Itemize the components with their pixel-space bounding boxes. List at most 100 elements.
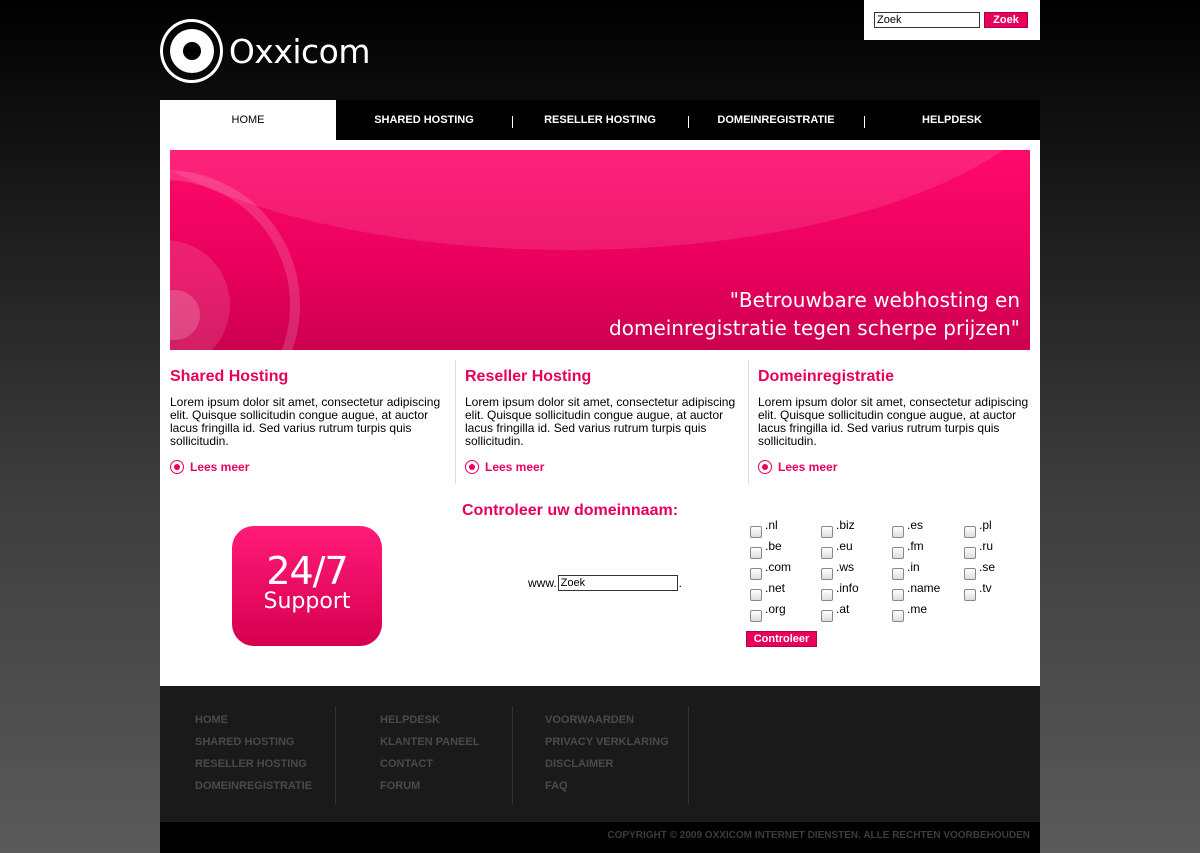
tld-option[interactable]: .biz <box>821 518 855 538</box>
logo-text: Oxxicom <box>228 31 371 71</box>
footer-link[interactable]: DISCLAIMER <box>545 750 669 772</box>
tld-option[interactable]: .ru <box>964 539 993 559</box>
tld-option[interactable]: .be <box>750 539 782 559</box>
checkbox[interactable] <box>821 526 833 538</box>
footer-link[interactable]: KLANTEN PANEEL <box>380 728 479 750</box>
copyright-text: COPYRIGHT © 2009 OXXICOM INTERNET DIENST… <box>160 822 1040 853</box>
checkbox[interactable] <box>750 610 762 622</box>
nav-item-label: RESELLER HOSTING <box>544 114 656 126</box>
nav-item-helpdesk[interactable]: HELPDESK <box>864 100 1040 140</box>
tld-option[interactable]: .eu <box>821 539 853 559</box>
tld-label: .es <box>907 518 924 532</box>
footer-column: HOME SHARED HOSTING RESELLER HOSTING DOM… <box>195 706 312 804</box>
tld-option[interactable]: .in <box>892 560 920 580</box>
tld-label: .info <box>836 581 859 595</box>
read-more-link[interactable]: Lees meer <box>465 460 738 474</box>
footer-link[interactable]: RESELLER HOSTING <box>195 750 312 772</box>
nav-separator <box>512 116 513 128</box>
tld-label: .tv <box>979 581 992 595</box>
footer-link[interactable]: CONTACT <box>380 750 479 772</box>
check-domain-button[interactable]: Controleer <box>746 631 817 647</box>
read-more-label: Lees meer <box>778 460 838 474</box>
search-input[interactable] <box>874 12 980 28</box>
footer-link[interactable]: DOMEINREGISTRATIE <box>195 772 312 794</box>
checkbox[interactable] <box>892 568 904 580</box>
main-nav: HOME SHARED HOSTING RESELLER HOSTING DOM… <box>160 100 1040 140</box>
checkbox[interactable] <box>750 568 762 580</box>
checkbox[interactable] <box>964 589 976 601</box>
tld-option[interactable]: .name <box>892 581 940 601</box>
tld-option[interactable]: .me <box>892 602 927 622</box>
nav-item-home[interactable]: HOME <box>160 100 336 140</box>
tld-option[interactable]: .se <box>964 560 995 580</box>
checkbox[interactable] <box>750 547 762 559</box>
nav-item-shared-hosting[interactable]: SHARED HOSTING <box>336 100 512 140</box>
footer-link[interactable]: VOORWAARDEN <box>545 706 669 728</box>
domain-prefix: www. <box>528 576 557 590</box>
nav-item-label: DOMEINREGISTRATIE <box>717 114 835 126</box>
footer-link[interactable]: HOME <box>195 706 312 728</box>
footer-separator <box>512 706 513 804</box>
tld-label: .eu <box>836 539 853 553</box>
footer-link[interactable]: PRIVACY VERKLARING <box>545 728 669 750</box>
footer-link[interactable]: FAQ <box>545 772 669 794</box>
read-more-label: Lees meer <box>190 460 250 474</box>
tld-option[interactable]: .net <box>750 581 785 601</box>
logo[interactable]: Oxxicom <box>160 18 371 84</box>
tld-label: .fm <box>907 539 924 553</box>
service-title: Reseller Hosting <box>465 368 592 385</box>
footer-link[interactable]: HELPDESK <box>380 706 479 728</box>
checkbox[interactable] <box>892 526 904 538</box>
tld-option[interactable]: .info <box>821 581 859 601</box>
footer: HOME SHARED HOSTING RESELLER HOSTING DOM… <box>160 686 1040 822</box>
column-separator <box>748 360 749 484</box>
tld-label: .name <box>907 581 941 595</box>
checkbox[interactable] <box>964 547 976 559</box>
service-title: Shared Hosting <box>170 368 289 385</box>
tld-option[interactable]: .tv <box>964 581 992 601</box>
tld-option[interactable]: .pl <box>964 518 992 538</box>
nav-item-reseller-hosting[interactable]: RESELLER HOSTING <box>512 100 688 140</box>
nav-item-label: SHARED HOSTING <box>374 114 474 126</box>
search-box: Zoek <box>864 0 1040 40</box>
banner-quote-line: domeinregistratie tegen scherpe prijzen" <box>609 316 1020 340</box>
service-description: Lorem ipsum dolor sit amet, consectetur … <box>465 395 736 448</box>
checkbox[interactable] <box>964 526 976 538</box>
tld-option[interactable]: .org <box>750 602 786 622</box>
checkbox[interactable] <box>892 610 904 622</box>
nav-item-domeinregistratie[interactable]: DOMEINREGISTRATIE <box>688 100 864 140</box>
tld-option[interactable]: .com <box>750 560 791 580</box>
banner-swoosh <box>170 150 1030 250</box>
domain-suffix: . <box>678 576 683 590</box>
footer-column: VOORWAARDEN PRIVACY VERKLARING DISCLAIME… <box>545 706 669 804</box>
checkbox[interactable] <box>750 526 762 538</box>
tld-label: .ws <box>836 560 854 574</box>
checkbox[interactable] <box>821 610 833 622</box>
nav-item-label: HELPDESK <box>922 114 982 126</box>
tld-option[interactable]: .fm <box>892 539 924 559</box>
service-column-reseller: Reseller Hosting Lorem ipsum dolor sit a… <box>455 360 748 484</box>
tld-option[interactable]: .at <box>821 602 849 622</box>
checkbox[interactable] <box>964 568 976 580</box>
tld-label: .at <box>836 602 850 616</box>
search-button[interactable]: Zoek <box>984 12 1028 28</box>
tld-option[interactable]: .nl <box>750 518 778 538</box>
tld-label: .biz <box>836 518 855 532</box>
checkbox[interactable] <box>750 589 762 601</box>
read-more-link[interactable]: Lees meer <box>170 460 445 474</box>
checkbox[interactable] <box>892 589 904 601</box>
checkbox[interactable] <box>821 568 833 580</box>
checkbox[interactable] <box>892 547 904 559</box>
read-more-link[interactable]: Lees meer <box>758 460 1031 474</box>
footer-link[interactable]: SHARED HOSTING <box>195 728 312 750</box>
banner-quote-line: "Betrouwbare webhosting en <box>729 288 1020 312</box>
footer-link[interactable]: FORUM <box>380 772 479 794</box>
tld-label: .se <box>979 560 996 574</box>
domain-input[interactable] <box>557 575 678 591</box>
tld-option[interactable]: .es <box>892 518 923 538</box>
service-description: Lorem ipsum dolor sit amet, consectetur … <box>758 395 1029 448</box>
tld-option[interactable]: .ws <box>821 560 854 580</box>
service-title: Domeinregistratie <box>758 368 895 385</box>
checkbox[interactable] <box>821 547 833 559</box>
checkbox[interactable] <box>821 589 833 601</box>
